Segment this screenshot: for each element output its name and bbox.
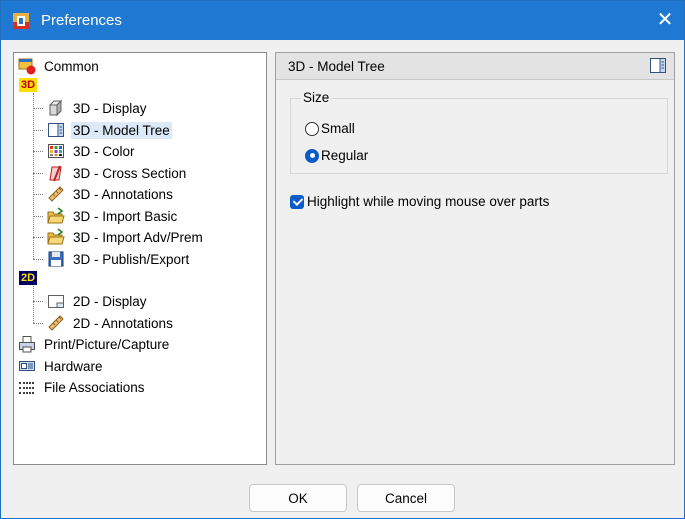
tree-item-file-associations[interactable]: File Associations	[18, 377, 147, 397]
model-tree-icon	[48, 123, 64, 137]
radio-small[interactable]: Small	[305, 121, 355, 136]
file-associations-icon	[19, 382, 34, 394]
tree-item-label: 2D - Annotations	[73, 315, 173, 331]
tree-item-label: 3D - Annotations	[73, 186, 173, 202]
radio-regular[interactable]: Regular	[305, 148, 368, 163]
cancel-button[interactable]: Cancel	[357, 484, 455, 512]
tree-item-3d-import-adv-prem[interactable]: 3D - Import Adv/Prem	[47, 227, 205, 247]
tree-item-3d-publish-export[interactable]: 3D - Publish/Export	[47, 249, 191, 269]
tree-item-label: Common	[44, 58, 99, 74]
tree-branch	[33, 108, 43, 109]
tree-branch	[33, 151, 43, 152]
tree-item-label: 2D - Display	[73, 293, 147, 309]
tree-item-3d-annotations[interactable]: 3D - Annotations	[47, 184, 175, 204]
folder-open-icon	[47, 228, 65, 245]
tree-item-3d-display[interactable]: 3D - Display	[47, 98, 149, 118]
tree-item-3d-cross-section[interactable]: 3D - Cross Section	[47, 163, 188, 183]
tree-branch	[33, 173, 43, 174]
panel-header: 3D - Model Tree	[276, 53, 674, 80]
tree-item-label: 3D - Cross Section	[73, 165, 187, 181]
tree-guide-2d	[33, 286, 34, 323]
tree-item-label: 3D - Import Adv/Prem	[73, 229, 203, 245]
tree-branch	[33, 237, 43, 238]
folder-open-icon	[47, 207, 65, 224]
common-icon	[18, 58, 36, 75]
title-bar: Preferences ✕	[1, 1, 684, 40]
tree-branch	[33, 323, 43, 324]
highlight-checkbox[interactable]: Highlight while moving mouse over parts	[290, 194, 549, 209]
tree-branch	[33, 216, 43, 217]
section-2d-badge: 2D	[19, 271, 38, 285]
tree-item-label: 3D - Display	[73, 100, 147, 116]
tree-item-2d-annotations[interactable]: 2D - Annotations	[47, 313, 175, 333]
tree-item-hardware[interactable]: Hardware	[18, 356, 105, 376]
tree-item-3d-import-basic[interactable]: 3D - Import Basic	[47, 206, 179, 226]
radio-small-label: Small	[321, 121, 355, 136]
close-icon[interactable]: ✕	[652, 7, 678, 33]
tree-item-label: 3D - Import Basic	[73, 208, 178, 224]
size-group: Size Small Regular	[290, 90, 668, 174]
checkbox-checked-icon[interactable]	[290, 194, 304, 209]
tree-item-label: Hardware	[44, 358, 103, 374]
ruler-icon	[48, 186, 64, 202]
radio-small-indicator[interactable]	[305, 121, 319, 136]
preferences-window: Preferences ✕ Common 3D 3D - Display 3D …	[0, 0, 685, 519]
tree-branch	[33, 259, 43, 260]
save-disk-icon	[48, 251, 64, 267]
tree-item-label: File Associations	[44, 379, 145, 395]
color-palette-icon	[48, 144, 64, 158]
section-3d-badge: 3D	[19, 78, 38, 92]
tree-branch	[33, 194, 43, 195]
printer-icon	[19, 336, 35, 353]
sheet-icon	[48, 295, 64, 308]
ok-button[interactable]: OK	[249, 484, 347, 512]
tree-item-label: 3D - Model Tree	[71, 121, 172, 139]
radio-regular-label: Regular	[321, 148, 369, 163]
tree-item-label: Print/Picture/Capture	[44, 336, 170, 352]
tree-item-print-picture-capture[interactable]: Print/Picture/Capture	[18, 334, 171, 354]
preferences-tree[interactable]: Common 3D 3D - Display 3D - Model Tree 3…	[13, 52, 267, 465]
radio-regular-indicator[interactable]	[305, 148, 319, 163]
tree-item-3d-model-tree[interactable]: 3D - Model Tree	[47, 120, 172, 140]
tree-guide-3d	[33, 93, 34, 259]
hardware-icon	[19, 361, 35, 371]
size-group-title: Size	[301, 90, 332, 105]
settings-panel: 3D - Model Tree Size Small Regular Highl…	[275, 52, 675, 465]
tree-item-3d-color[interactable]: 3D - Color	[47, 141, 137, 161]
tree-item-label: 3D - Color	[73, 143, 135, 159]
app-icon	[13, 13, 29, 29]
tree-branch	[33, 130, 43, 131]
tree-item-label: 3D - Publish/Export	[73, 251, 190, 267]
tree-branch	[33, 301, 43, 302]
ruler-icon	[48, 315, 64, 331]
highlight-checkbox-label: Highlight while moving mouse over parts	[307, 194, 550, 209]
window-title: Preferences	[41, 12, 122, 29]
cube-icon	[48, 99, 63, 117]
tree-item-common[interactable]: Common	[18, 56, 101, 76]
model-tree-icon	[650, 58, 666, 73]
cross-section-icon	[49, 165, 62, 182]
panel-title: 3D - Model Tree	[288, 59, 385, 74]
tree-item-2d-display[interactable]: 2D - Display	[47, 291, 149, 311]
